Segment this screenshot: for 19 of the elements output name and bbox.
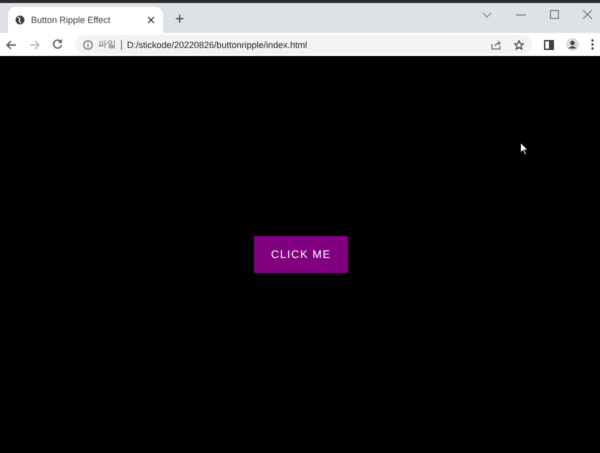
click-me-button[interactable]: CLICK ME (254, 236, 348, 273)
star-icon[interactable] (514, 40, 524, 50)
menu-icon[interactable] (591, 39, 594, 50)
close-icon[interactable] (147, 16, 155, 24)
mouse-cursor-icon (520, 142, 529, 156)
chevron-down-icon[interactable] (482, 12, 492, 18)
side-panel-icon[interactable] (544, 40, 554, 50)
info-icon[interactable] (83, 40, 93, 50)
profile-icon[interactable] (566, 38, 579, 51)
back-icon[interactable] (6, 40, 17, 50)
address-bar[interactable]: 파일 D:/stickode/20220826/buttonripple/index.html (75, 35, 532, 54)
minimize-icon[interactable] (516, 14, 526, 16)
browser-tab[interactable]: Button Ripple Effect (8, 7, 163, 33)
scheme-label: 파일 (98, 38, 116, 51)
share-icon[interactable] (491, 40, 501, 50)
new-tab-button[interactable]: + (171, 11, 188, 29)
reload-icon[interactable] (52, 39, 63, 50)
maximize-icon[interactable] (550, 10, 559, 19)
url-text[interactable]: D:/stickode/20220826/buttonripple/index.html (127, 40, 486, 50)
